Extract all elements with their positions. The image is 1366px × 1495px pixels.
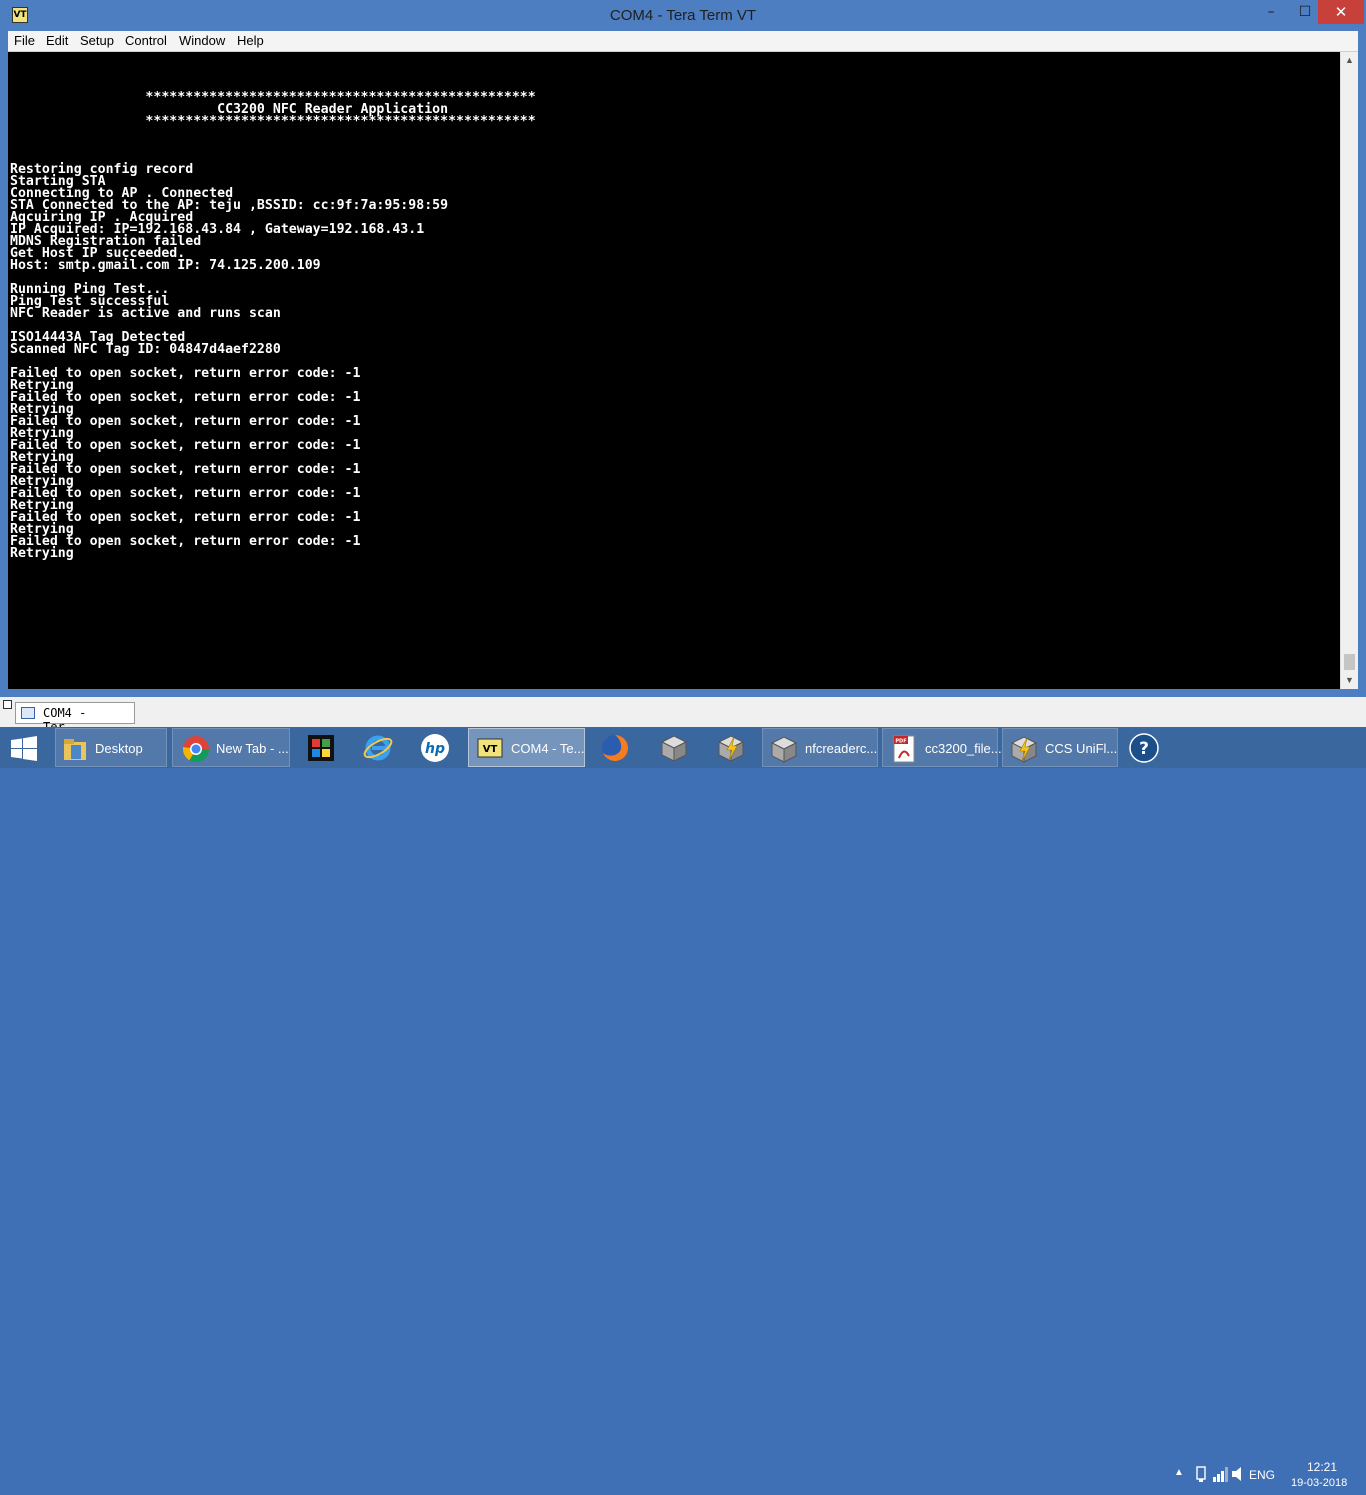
hp-logo-icon: hp [421,734,449,762]
terminal-line: Failed to open socket, return error code… [10,366,361,381]
taskbar-pdf[interactable]: PDF cc3200_file... [882,728,1002,767]
taskbar-desktop-label: Desktop [95,741,143,756]
power-plug-icon[interactable] [1194,1466,1208,1482]
menu-setup[interactable]: Setup [80,33,114,48]
folder-icon [64,739,86,760]
cube-lightning-icon [717,735,745,762]
taskbar-firefox[interactable] [590,728,640,767]
menu-file[interactable]: File [14,33,35,48]
taskbar-nfcreader[interactable]: nfcreaderc... [762,728,878,767]
terminal-line: Failed to open socket, return error code… [10,438,361,453]
scroll-down-arrow-icon[interactable]: ▼ [1341,672,1358,689]
terminal-line: Retrying [10,546,74,561]
firefox-icon [602,735,628,761]
taskbar-nfcreader-label: nfcreaderc... [805,741,878,756]
taskbar-help[interactable]: ? [1124,728,1166,767]
menu-edit[interactable]: Edit [46,33,68,48]
terminal-output-area[interactable]: ****************************************… [8,52,1340,689]
taskbar-ccs-label: CCS UniFl... [1045,741,1118,756]
terminal-line: Scanned NFC Tag ID: 04847d4aef2280 [10,342,281,357]
terminal-line: Failed to open socket, return error code… [10,486,361,501]
internet-explorer-icon [363,735,393,761]
terminal-line: Failed to open socket, return error code… [10,510,361,525]
taskbar-chrome-label: New Tab - ... [216,741,289,756]
taskbar-teraterm-label: COM4 - Te... [511,741,585,756]
minimize-button[interactable]: – [1250,0,1292,24]
pdf-icon: PDF [893,735,915,763]
help-question-icon: ? [1129,733,1159,763]
terminal-window: VT COM4 - Tera Term VT – ☐ ✕ File Edit S… [0,0,1366,727]
clock-time[interactable]: 12:21 [1307,1460,1337,1474]
system-tray: ▲ ENG 12:21 19-03-2018 [1168,1454,1366,1495]
taskbar-desktop[interactable]: Desktop [55,728,167,767]
title-bar[interactable]: VT COM4 - Tera Term VT – ☐ ✕ [0,0,1366,31]
windows-logo-icon [11,736,37,761]
taskbar-hp[interactable]: hp [410,728,460,767]
taskbar-ccs[interactable]: CCS UniFl... [1002,728,1118,767]
language-indicator[interactable]: ENG [1249,1468,1275,1482]
svg-text:hp: hp [425,741,445,757]
window-icon [21,707,35,719]
taskbar-teraterm[interactable]: VT COM4 - Te... [468,728,585,767]
cube-icon [770,736,798,763]
cube-lightning-icon [1010,736,1038,763]
scrollbar-thumb[interactable] [1344,654,1355,670]
terminal-line: Failed to open socket, return error code… [10,462,361,477]
window-title: COM4 - Tera Term VT [609,7,757,24]
taskbar-cube-lightning-app[interactable] [705,728,757,767]
maximize-button[interactable]: ☐ [1292,0,1318,24]
minimized-window-button[interactable]: COM4 - Ter... [15,702,135,734]
clock-date[interactable]: 19-03-2018 [1291,1477,1347,1489]
terminal-line: Failed to open socket, return error code… [10,390,361,405]
svg-text:PDF: PDF [895,739,906,745]
svg-text:?: ? [1139,739,1149,759]
minimized-windows-strip: COM4 - Ter... [0,697,1366,734]
window-bottom-border [8,689,1358,693]
restore-icon[interactable] [3,700,12,709]
terminal-line: Failed to open socket, return error code… [10,414,361,429]
scroll-up-arrow-icon[interactable]: ▲ [1341,52,1358,69]
menu-bar: File Edit Setup Control Window Help [8,31,1358,52]
volume-icon[interactable] [1231,1466,1247,1482]
taskbar-chrome[interactable]: New Tab - ... [172,728,290,767]
start-button[interactable] [0,728,52,767]
taskbar: Desktop New Tab - ... hp VT COM4 - Te...… [0,727,1366,1489]
terminal-line: ****************************************… [10,114,536,129]
tray-chevron-up-icon[interactable]: ▲ [1174,1467,1184,1478]
chrome-icon [182,736,210,763]
terminal-line: NFC Reader is active and runs scan [10,306,281,321]
terminal-line: Host: smtp.gmail.com IP: 74.125.200.109 [10,258,321,273]
close-button[interactable]: ✕ [1318,0,1364,24]
svg-text:VT: VT [483,744,498,755]
taskbar-app[interactable] [296,728,346,767]
vertical-scrollbar[interactable]: ▲ ▼ [1340,52,1358,689]
taskbar-internet-explorer[interactable] [353,728,403,767]
teraterm-icon: VT [477,738,503,758]
taskbar-cube-app[interactable] [648,728,700,767]
terminal-line: Failed to open socket, return error code… [10,534,361,549]
menu-control[interactable]: Control [125,33,167,48]
cube-icon [660,735,688,762]
menu-help[interactable]: Help [237,33,264,48]
terminal-text: ****************************************… [10,91,536,561]
network-signal-icon[interactable] [1212,1466,1228,1482]
taskbar-pdf-label: cc3200_file... [925,741,1002,756]
menu-window[interactable]: Window [179,33,225,48]
colorful-app-icon [308,735,334,761]
